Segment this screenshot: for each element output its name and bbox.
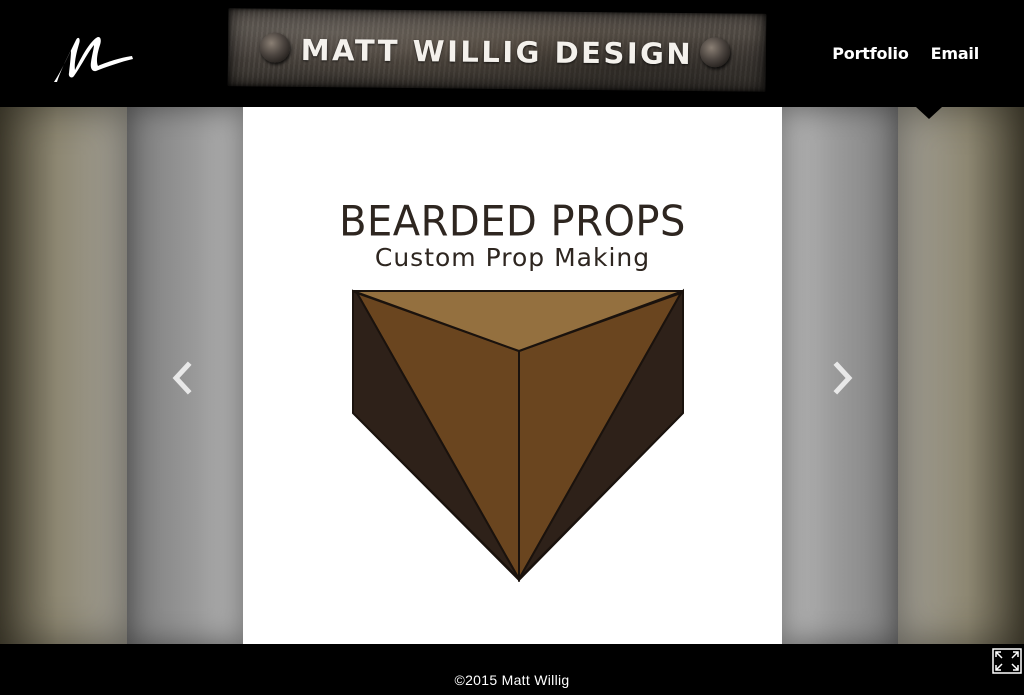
chevron-left-icon[interactable] bbox=[170, 361, 194, 395]
fullscreen-expand-icon[interactable] bbox=[992, 648, 1022, 674]
brown-faceted-gem-icon bbox=[352, 288, 684, 582]
site-header: MATT WILLIG DESIGN Portfolio Email bbox=[0, 0, 1024, 107]
main-nav: Portfolio Email bbox=[832, 44, 979, 63]
nav-portfolio-link[interactable]: Portfolio bbox=[832, 44, 909, 63]
nav-email-link[interactable]: Email bbox=[931, 44, 980, 63]
copyright-text: ©2015 Matt Willig bbox=[454, 672, 570, 688]
slide-preview-far-right[interactable] bbox=[898, 107, 1024, 644]
slide-subtitle: Custom Prop Making bbox=[374, 243, 651, 272]
slideshow: BEARDED PROPS Custom Prop Making bbox=[0, 107, 1024, 644]
slide-preview-far-left[interactable] bbox=[0, 107, 127, 644]
site-footer: ©2015 Matt Willig bbox=[0, 644, 1024, 695]
current-slide[interactable]: BEARDED PROPS Custom Prop Making bbox=[243, 107, 782, 644]
site-title[interactable]: MATT WILLIG DESIGN bbox=[228, 32, 766, 72]
active-nav-pointer bbox=[916, 107, 942, 119]
slide-title: BEARDED PROPS bbox=[339, 197, 686, 247]
title-banner: MATT WILLIG DESIGN bbox=[227, 8, 767, 92]
logo-m-icon[interactable] bbox=[48, 30, 138, 88]
chevron-right-icon[interactable] bbox=[831, 361, 855, 395]
page: MATT WILLIG DESIGN Portfolio Email BEARD… bbox=[0, 0, 1024, 695]
